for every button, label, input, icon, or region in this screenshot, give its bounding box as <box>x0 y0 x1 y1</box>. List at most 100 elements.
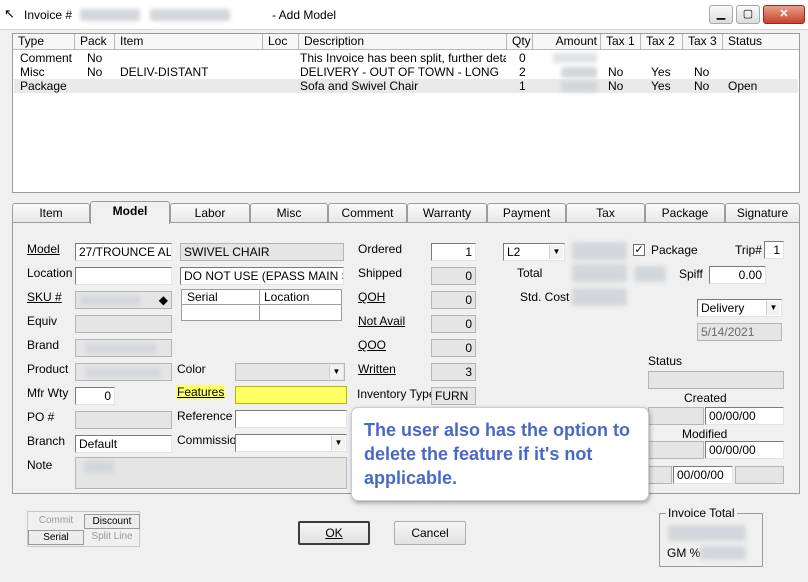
close-button[interactable]: ✕ <box>763 5 805 24</box>
note-value-redacted <box>84 461 114 473</box>
cancel-button[interactable]: Cancel <box>394 521 466 545</box>
tab-signature[interactable]: Signature <box>725 203 800 223</box>
cell-amount-redacted <box>561 67 597 78</box>
tab-misc[interactable]: Misc <box>250 203 328 223</box>
delivery-date-field[interactable]: 5/14/2021 <box>697 323 782 341</box>
tab-tax[interactable]: Tax <box>566 203 645 223</box>
tab-warranty[interactable]: Warranty <box>407 203 487 223</box>
std-cost-label: Std. Cost <box>520 290 570 304</box>
tab-item[interactable]: Item <box>12 203 90 223</box>
features-label[interactable]: Features <box>176 385 226 399</box>
delivery-type-select[interactable]: Delivery ▼ <box>697 299 782 317</box>
grid-header-amount[interactable]: Amount <box>533 34 601 50</box>
sku-field[interactable]: ◆ <box>75 291 172 309</box>
commission-label: Commission <box>177 433 244 447</box>
tab-label: Comment <box>341 206 394 220</box>
serial-column-header[interactable]: Serial <box>182 290 260 305</box>
trip-value: 1 <box>773 243 780 257</box>
written-label[interactable]: Written <box>358 362 396 376</box>
cell-status: Open <box>728 79 758 93</box>
features-input[interactable] <box>235 386 347 404</box>
cell-description: DELIVERY - OUT OF TOWN - LONG <box>300 65 499 79</box>
grid-header-status[interactable]: Status <box>723 34 799 50</box>
brand-label: Brand <box>27 338 60 352</box>
qoo-field: 0 <box>431 339 476 357</box>
qoo-value: 0 <box>465 341 472 355</box>
note-field[interactable] <box>75 457 347 489</box>
modified-label: Modified <box>682 427 728 441</box>
cell-description: This Invoice has been split, further det… <box>300 51 506 65</box>
package-value-redacted <box>634 266 666 282</box>
grid-header-pack[interactable]: Pack <box>75 34 115 50</box>
line-items-grid[interactable]: Type Pack Item Loc Description Qty Amoun… <box>12 33 800 193</box>
grid-header-type[interactable]: Type <box>13 34 75 50</box>
tab-label: Item <box>39 206 63 220</box>
tutorial-callout: The user also has the option to delete t… <box>351 407 649 501</box>
cell-pack: No <box>87 65 103 79</box>
model-value: 27/TROUNCE ALI <box>79 245 172 259</box>
package-checkbox-label: Package <box>651 243 698 257</box>
sku-value-redacted <box>80 296 140 305</box>
minimize-button[interactable]: ▁ <box>709 5 733 24</box>
tab-label: Tax <box>596 206 615 220</box>
trip-input[interactable]: 1 <box>764 241 784 259</box>
not-avail-field: 0 <box>431 315 476 333</box>
grid-header-tax3[interactable]: Tax 3 <box>683 34 723 50</box>
reference-input[interactable] <box>235 410 347 428</box>
color-select[interactable]: ▼ <box>235 363 345 381</box>
grid-header-description[interactable]: Description <box>299 34 507 50</box>
grid-header-loc[interactable]: Loc <box>263 34 299 50</box>
serial-button[interactable]: Serial <box>28 530 84 545</box>
check-icon: ✓ <box>634 244 644 256</box>
commission-select[interactable]: ▼ <box>235 434 347 452</box>
extra-field-2 <box>735 466 784 484</box>
extra-date-field: 00/00/00 <box>673 466 733 484</box>
discount-button[interactable]: Discount <box>84 514 140 529</box>
location-input[interactable] <box>75 267 172 285</box>
mfr-wty-input[interactable]: 0 <box>75 387 115 405</box>
grid-header-item[interactable]: Item <box>115 34 263 50</box>
cell-tax2: Yes <box>651 65 671 79</box>
ok-button[interactable]: OK <box>298 521 370 545</box>
branch-select[interactable]: Default <box>75 435 172 453</box>
grid-header-qty[interactable]: Qty <box>507 34 533 50</box>
serial-grid-divider <box>259 305 260 320</box>
trip-label: Trip# <box>735 243 762 257</box>
qoh-label[interactable]: QOH <box>358 290 385 304</box>
tab-package[interactable]: Package <box>645 203 725 223</box>
tab-model[interactable]: Model <box>90 201 170 224</box>
shipped-field: 0 <box>431 267 476 285</box>
split-line-button[interactable]: Split Line <box>84 530 140 545</box>
not-avail-label[interactable]: Not Avail <box>358 314 405 328</box>
po-field[interactable] <box>75 411 172 429</box>
grid-header-tax2[interactable]: Tax 2 <box>641 34 683 50</box>
created-by-field <box>648 407 704 425</box>
created-label: Created <box>684 391 727 405</box>
extra-date-value: 00/00/00 <box>677 468 724 482</box>
model-input[interactable]: 27/TROUNCE ALI <box>75 243 172 261</box>
po-label: PO # <box>27 410 55 424</box>
price-level-select[interactable]: L2 ▼ <box>503 243 565 261</box>
cell-tax3: No <box>694 65 710 79</box>
spiff-input[interactable]: 0.00 <box>709 266 766 284</box>
ordered-input[interactable]: 1 <box>431 243 476 261</box>
inventory-type-value: FURN <box>435 389 469 403</box>
package-checkbox[interactable]: ✓ <box>633 244 645 256</box>
qoo-label[interactable]: QOO <box>358 338 386 352</box>
tab-payment[interactable]: Payment <box>487 203 566 223</box>
maximize-button[interactable]: ▢ <box>736 5 760 24</box>
maximize-icon: ▢ <box>742 8 754 20</box>
chevron-down-icon: ▼ <box>331 436 345 450</box>
cell-qty: 0 <box>519 51 526 65</box>
grid-header-tax1[interactable]: Tax 1 <box>601 34 641 50</box>
serial-grid[interactable]: Serial Location <box>181 289 342 321</box>
tab-comment[interactable]: Comment <box>328 203 407 223</box>
tab-labor[interactable]: Labor <box>170 203 250 223</box>
cell-tax1: No <box>608 65 624 79</box>
sku-label: SKU # <box>27 290 62 304</box>
cell-qty: 1 <box>519 79 526 93</box>
cell-qty: 2 <box>519 65 526 79</box>
sku-lookup-icon[interactable]: ◆ <box>159 292 168 308</box>
location-column-header[interactable]: Location <box>260 290 341 305</box>
commit-button[interactable]: Commit <box>28 514 84 529</box>
